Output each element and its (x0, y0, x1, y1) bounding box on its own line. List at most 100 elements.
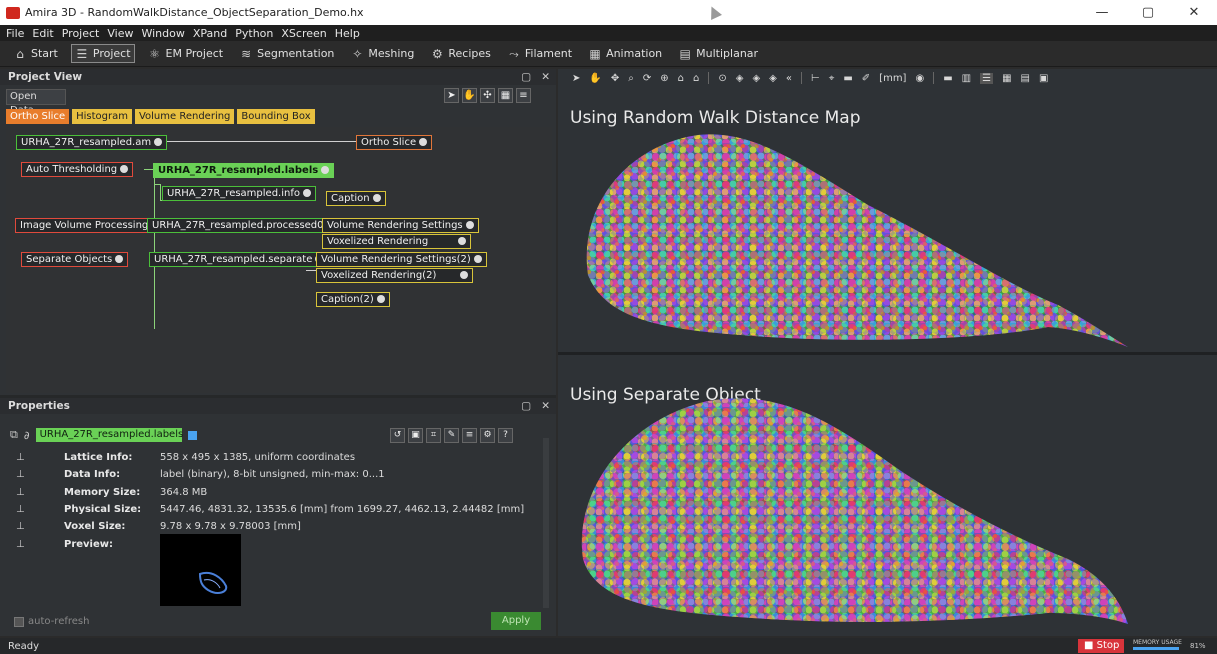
info-data-node[interactable]: URHA_27R_resampled.info (162, 186, 316, 201)
auto-refresh-toggle[interactable]: auto-refresh (14, 616, 89, 627)
labels-data-node[interactable]: URHA_27R_resampled.labels (153, 163, 335, 178)
separate-objects-node[interactable]: Separate Objects (21, 252, 129, 267)
help-icon[interactable]: ? (498, 428, 513, 443)
view-all-icon[interactable]: ⊙ (718, 73, 726, 84)
meshing-workroom-tab[interactable]: ✧ Meshing (347, 45, 417, 62)
filament-workroom-tab[interactable]: ⤳ Filament (504, 45, 575, 62)
menu-python[interactable]: Python (235, 27, 273, 40)
menu-xscreen[interactable]: XScreen (281, 27, 326, 40)
maximize-button[interactable]: ▢ (1125, 0, 1171, 25)
set-home-icon[interactable]: ⌂ (693, 73, 699, 84)
stereo-icon[interactable]: ▬ (843, 73, 852, 84)
edit-icon[interactable]: ✎ (444, 428, 459, 443)
list-icon[interactable]: ≡ (462, 428, 477, 443)
pin-icon[interactable]: ⊥ (16, 539, 64, 550)
undo-icon[interactable]: ↺ (390, 428, 405, 443)
bounding-box-quick-button[interactable]: Bounding Box (237, 109, 315, 124)
pin-icon[interactable]: ⊥ (16, 521, 64, 532)
pin-icon[interactable]: ⊥ (16, 469, 64, 480)
close-panel-icon[interactable]: ✕ (541, 71, 550, 83)
animation-workroom-tab[interactable]: ▦ Animation (585, 45, 665, 62)
memory-usage-bar (1133, 647, 1179, 650)
volume-rendering-quick-button[interactable]: Volume Rendering (134, 109, 235, 124)
ortho-slice-node[interactable]: Ortho Slice (356, 135, 433, 150)
processed0-data-node[interactable]: URHA_27R_resampled.processed0 (147, 218, 340, 233)
ortho-slice-quick-button[interactable]: Ortho Slice (6, 109, 70, 124)
pointer-icon[interactable]: ➤ (572, 73, 580, 84)
resample-icon[interactable]: ⌗ (426, 428, 441, 443)
crop-icon[interactable]: ▣ (408, 428, 423, 443)
menu-view[interactable]: View (107, 27, 133, 40)
layout-3-icon[interactable]: ☰ (980, 72, 994, 84)
caption-2-node[interactable]: Caption(2) (316, 292, 390, 307)
apply-button[interactable]: Apply (491, 612, 541, 630)
translate-icon[interactable]: ✥ (611, 73, 619, 84)
menu-project[interactable]: Project (62, 27, 100, 40)
ruler-icon[interactable]: ⊢ (811, 73, 820, 84)
perspective-icon[interactable]: ⌖ (829, 73, 835, 84)
float-panel-icon[interactable]: ▢ (521, 400, 531, 412)
em-project-workroom-tab[interactable]: ⚛ EM Project (145, 45, 227, 62)
voxelized-rendering-node[interactable]: Voxelized Rendering (322, 234, 471, 249)
menu-help[interactable]: Help (335, 27, 360, 40)
separate-data-node[interactable]: URHA_27R_resampled.separate (149, 252, 329, 267)
layout-1-icon[interactable]: ▬ (943, 73, 952, 84)
rotate-icon[interactable]: ⟳ (643, 73, 651, 84)
rotate-left-icon[interactable]: « (786, 73, 792, 84)
histogram-quick-button[interactable]: Histogram (72, 109, 132, 124)
menu-xpand[interactable]: XPand (193, 27, 227, 40)
properties-scrollbar[interactable] (543, 438, 549, 608)
pin-icon[interactable]: ⊥ (16, 452, 64, 463)
voxelized-rendering-2-node[interactable]: Voxelized Rendering(2) (316, 268, 473, 283)
volume-rendering-settings-node[interactable]: Volume Rendering Settings (322, 218, 479, 233)
view-z-icon[interactable]: ◈ (769, 73, 777, 84)
grid-view-icon[interactable]: ▦ (498, 88, 513, 103)
auto-thresholding-node[interactable]: Auto Thresholding (21, 162, 134, 177)
list-view-icon[interactable]: ≡ (516, 88, 531, 103)
float-panel-icon[interactable]: ▢ (521, 71, 531, 83)
layout-6-icon[interactable]: ▣ (1039, 73, 1048, 84)
measure-icon[interactable]: ⊕ (660, 73, 668, 84)
link-icon[interactable]: ∂ (24, 429, 30, 442)
minimize-button[interactable]: — (1079, 0, 1125, 25)
settings-icon[interactable]: ⚙ (480, 428, 495, 443)
recipes-workroom-tab[interactable]: ⚙ Recipes (427, 45, 494, 62)
viewer-divider[interactable] (558, 352, 1217, 355)
interact-icon[interactable]: ✋ (589, 73, 601, 84)
view-x-icon[interactable]: ◈ (736, 73, 744, 84)
image-volume-processing-node[interactable]: Image Volume Processing (15, 218, 165, 233)
3d-viewer[interactable]: ➤ ✋ ✥ ⌕ ⟳ ⊕ ⌂ ⌂ ⊙ ◈ ◈ ◈ « ⊢ ⌖ ▬ ✐ [mm] ◉… (558, 69, 1217, 636)
stop-button[interactable]: ■ Stop (1078, 639, 1124, 653)
caption-node[interactable]: Caption (326, 191, 386, 206)
node-port-icon (154, 138, 163, 146)
segmentation-workroom-tab[interactable]: ≋ Segmentation (236, 45, 337, 62)
start-workroom-tab[interactable]: ⌂ Start (10, 45, 61, 62)
pin-icon[interactable]: ⊥ (16, 504, 64, 515)
menu-file[interactable]: File (6, 27, 24, 40)
volume-rendering-settings-2-node[interactable]: Volume Rendering Settings(2) (316, 252, 487, 267)
multiplanar-workroom-tab[interactable]: ▤ Multiplanar (675, 45, 761, 62)
object-color-icon[interactable] (187, 430, 197, 440)
layers-icon[interactable]: ⧉ (10, 428, 18, 442)
pin-icon[interactable]: ⊥ (16, 487, 64, 498)
open-data-button[interactable]: Open Data... (6, 89, 66, 116)
auto-layout-icon[interactable]: ✣ (480, 88, 495, 103)
snapshot-icon[interactable]: ◉ (915, 73, 924, 84)
view-y-icon[interactable]: ◈ (752, 73, 760, 84)
pen-icon[interactable]: ✐ (862, 73, 870, 84)
close-window-button[interactable]: ✕ (1171, 0, 1217, 25)
home-view-icon[interactable]: ⌂ (678, 73, 684, 84)
auto-refresh-checkbox[interactable] (14, 616, 24, 627)
pan-hand-icon[interactable]: ✋ (462, 88, 477, 103)
menu-edit[interactable]: Edit (32, 27, 53, 40)
select-pointer-icon[interactable]: ➤ (444, 88, 459, 103)
layout-2-icon[interactable]: ▥ (962, 73, 971, 84)
layout-4-icon[interactable]: ▦ (1002, 73, 1011, 84)
project-workroom-tab[interactable]: ☰ Project (70, 44, 135, 63)
close-panel-icon[interactable]: ✕ (541, 400, 550, 412)
menu-window[interactable]: Window (141, 27, 184, 40)
zoom-icon[interactable]: ⌕ (628, 73, 634, 84)
data-node-am[interactable]: URHA_27R_resampled.am (16, 135, 168, 150)
unit-select[interactable]: [mm] (879, 73, 906, 84)
layout-5-icon[interactable]: ▤ (1021, 73, 1030, 84)
